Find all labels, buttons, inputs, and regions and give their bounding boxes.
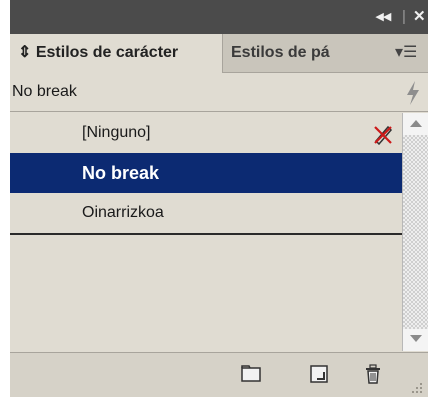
list-item[interactable]: Oinarrizkoa xyxy=(10,193,402,235)
new-style-icon[interactable] xyxy=(308,363,330,385)
tab-label: Estilos de carácter xyxy=(35,44,179,61)
panel-tabs: ⇕ Estilos de carácter Estilos de pá ▾☰ xyxy=(10,34,428,73)
list-item-label: Oinarrizkoa xyxy=(82,204,164,221)
titlebar-separator: | xyxy=(402,8,406,25)
scrollbar-track[interactable] xyxy=(403,135,428,329)
current-style-label: No break xyxy=(12,83,77,100)
tab-label: Estilos de pá xyxy=(231,44,330,61)
character-styles-panel: ◂◂ | ✕ ⇕ Estilos de carácter Estilos de … xyxy=(10,0,428,397)
lightning-icon[interactable] xyxy=(404,73,422,111)
scroll-up-icon[interactable] xyxy=(403,113,428,135)
panel-titlebar: ◂◂ | ✕ xyxy=(10,0,428,34)
panel-menu-icon[interactable]: ▾☰ xyxy=(395,34,417,72)
list-item[interactable]: [Ninguno] xyxy=(10,113,402,154)
list-item-label: No break xyxy=(82,163,160,183)
trash-icon[interactable] xyxy=(362,363,384,385)
close-icon[interactable]: ✕ xyxy=(413,6,426,28)
tab-estilos-caracter[interactable]: ⇕ Estilos de carácter xyxy=(10,34,223,73)
list-item-selected[interactable]: No break xyxy=(10,153,402,193)
panel-footer xyxy=(10,352,428,397)
styles-list: [Ninguno] No break Oinarrizkoa xyxy=(10,113,402,351)
collapse-icon[interactable]: ◂◂ xyxy=(376,6,391,28)
vertical-scrollbar[interactable] xyxy=(402,113,428,351)
tab-estilos-parrafo[interactable]: Estilos de pá xyxy=(223,34,365,72)
list-item-label: [Ninguno] xyxy=(82,124,151,141)
scroll-down-icon[interactable] xyxy=(403,329,428,351)
pencil-no-edit-icon xyxy=(372,113,394,153)
resize-grip-icon[interactable] xyxy=(408,379,424,395)
tab-sort-icon: ⇕ xyxy=(18,44,32,61)
new-folder-icon[interactable] xyxy=(240,363,262,385)
current-style-bar: No break xyxy=(10,73,428,112)
